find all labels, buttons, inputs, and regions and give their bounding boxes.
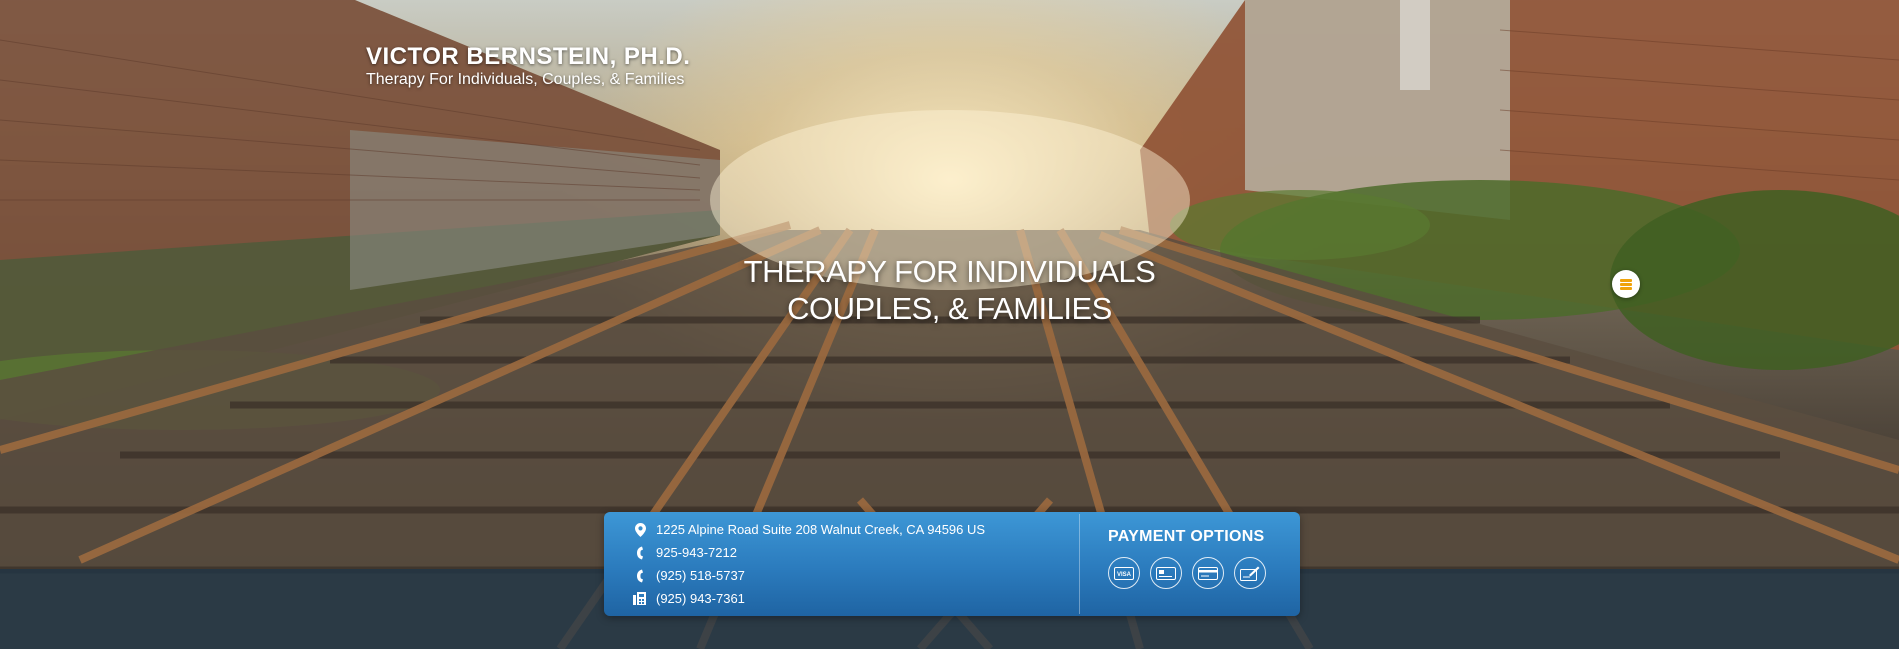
address-text: 1225 Alpine Road Suite 208 Walnut Creek,… <box>656 522 986 537</box>
phone-link-1[interactable]: 925-943-7212 <box>656 545 737 560</box>
fax-text: (925) 943-7361 <box>656 591 745 606</box>
check-icon <box>1234 557 1266 589</box>
card-icon <box>1150 557 1182 589</box>
phone-icon <box>630 546 650 560</box>
menu-bar <box>1620 279 1632 282</box>
menu-bar <box>1620 283 1632 286</box>
site-name[interactable]: VICTOR BERNSTEIN, PH.D. <box>366 44 690 70</box>
contact-panel: 1225 Alpine Road Suite 208 Walnut Creek,… <box>604 512 1300 616</box>
contact-phone: 925-943-7212 <box>630 541 985 564</box>
menu-bar <box>1620 287 1632 290</box>
payment-options: PAYMENT OPTIONS VISA <box>1108 528 1266 589</box>
hamburger-menu-icon[interactable] <box>1612 270 1640 298</box>
site-tagline: Therapy For Individuals, Couples, & Fami… <box>366 71 685 88</box>
contact-fax: (925) 943-7361 <box>630 587 985 610</box>
contact-address: 1225 Alpine Road Suite 208 Walnut Creek,… <box>630 518 985 541</box>
payment-options-title: PAYMENT OPTIONS <box>1108 528 1265 545</box>
visa-icon: VISA <box>1108 557 1140 589</box>
phone-icon <box>630 569 650 583</box>
svg-text:VISA: VISA <box>1117 572 1132 578</box>
panel-divider <box>1079 514 1080 614</box>
fax-icon <box>630 592 650 605</box>
contact-phone: (925) 518-5737 <box>630 564 985 587</box>
map-pin-icon <box>630 522 650 537</box>
phone-link-2[interactable]: (925) 518-5737 <box>656 568 745 583</box>
hero-headline-line2: COUPLES, & FAMILIES <box>787 291 1112 326</box>
payment-methods: VISA <box>1108 557 1266 589</box>
site-brand[interactable]: VICTOR BERNSTEIN, PH.D. Therapy For Indi… <box>366 44 690 90</box>
contact-list: 1225 Alpine Road Suite 208 Walnut Creek,… <box>630 518 985 610</box>
credit-card-icon <box>1192 557 1224 589</box>
